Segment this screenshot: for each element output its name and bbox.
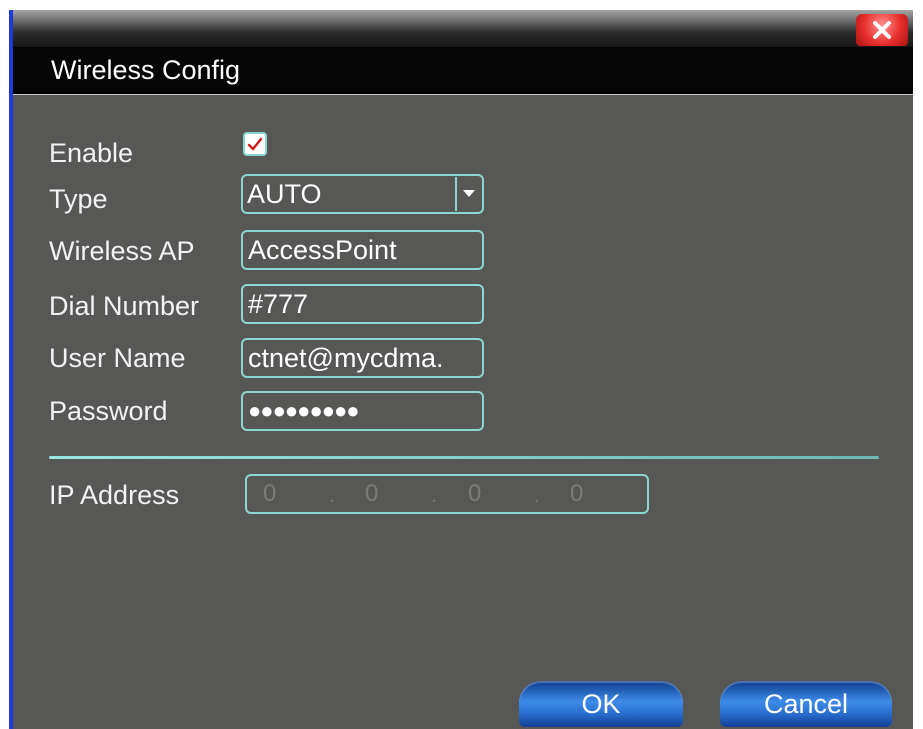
ip-octet-2[interactable]: 0 [365, 480, 378, 508]
title-bar: Wireless Config [13, 47, 913, 95]
ip-separator: . [534, 485, 540, 507]
ip-address-label: IP Address [49, 480, 180, 510]
type-label: Type [49, 184, 108, 214]
enable-checkbox[interactable] [243, 132, 267, 156]
cancel-button[interactable]: Cancel [720, 681, 892, 727]
user-name-value: ctnet@mycdma. [248, 343, 444, 373]
wireless-ap-input[interactable]: AccessPoint [241, 230, 484, 270]
window-top-bar [13, 10, 913, 47]
password-mask: ●●●●●●●●● [248, 398, 360, 423]
section-divider [49, 456, 879, 459]
ip-octet-1[interactable]: 0 [263, 480, 276, 508]
checkmark-icon [247, 137, 263, 151]
wireless-ap-value: AccessPoint [248, 235, 397, 265]
ip-separator: . [329, 485, 335, 507]
dial-number-label: Dial Number [49, 291, 200, 321]
type-select[interactable]: AUTO [241, 174, 484, 214]
ip-address-input[interactable]: 0 . 0 . 0 . 0 [245, 474, 649, 514]
password-input[interactable]: ●●●●●●●●● [241, 391, 484, 431]
close-icon [873, 21, 891, 39]
user-name-input[interactable]: ctnet@mycdma. [241, 338, 484, 378]
type-value: AUTO [247, 179, 322, 209]
close-button[interactable] [856, 14, 908, 46]
password-label: Password [49, 396, 168, 426]
ok-button[interactable]: OK [519, 681, 683, 727]
enable-label: Enable [49, 138, 134, 168]
dialog-title: Wireless Config [51, 55, 241, 85]
dial-number-value: #777 [248, 289, 309, 319]
ip-octet-4[interactable]: 0 [570, 480, 583, 508]
wireless-ap-label: Wireless AP [49, 236, 195, 266]
ip-octet-3[interactable]: 0 [468, 480, 481, 508]
wireless-config-dialog: Wireless Config Enable Type AUTO Wireles… [9, 10, 913, 729]
chevron-down-icon[interactable] [455, 177, 481, 211]
user-name-label: User Name [49, 343, 186, 373]
dial-number-input[interactable]: #777 [241, 284, 484, 324]
ip-separator: . [431, 485, 437, 507]
